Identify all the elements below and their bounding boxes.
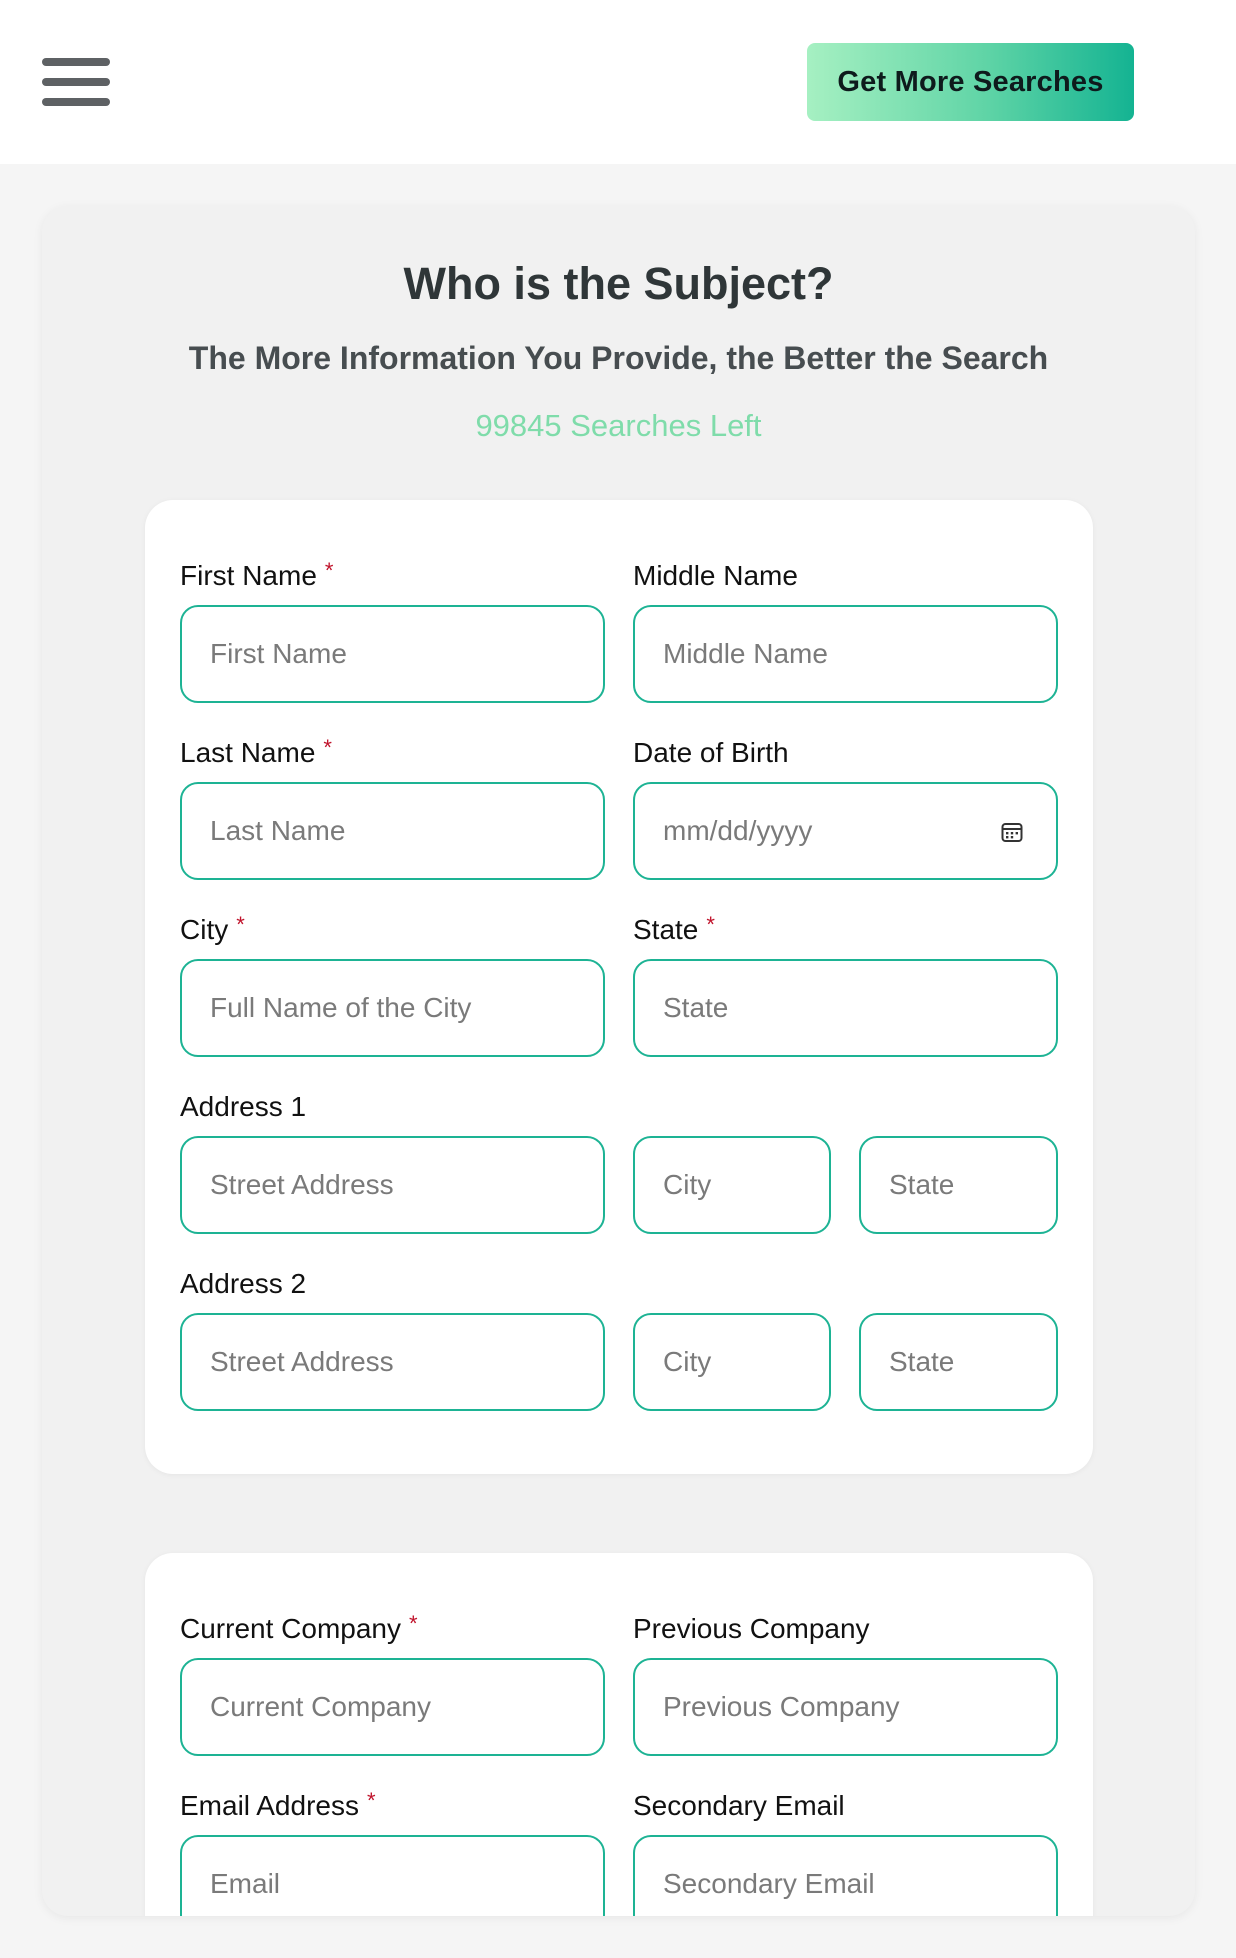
secondary-email-label-text: Secondary Email [633,1790,845,1821]
current-company-label: Current Company * [180,1613,418,1645]
state-label-text: State [633,914,699,945]
secondary-email-label: Secondary Email [633,1790,845,1822]
address-1-label: Address 1 [180,1091,306,1123]
previous-company-field[interactable] [633,1658,1058,1756]
state-input[interactable] [635,961,1056,1055]
last-name-field[interactable] [180,782,605,880]
get-more-searches-button[interactable]: Get More Searches [807,43,1134,121]
address-2-state-input[interactable] [861,1315,1056,1409]
first-name-label-text: First Name [180,560,317,591]
search-form-panel: Who is the Subject? The More Information… [42,206,1195,1916]
address-2-city-field[interactable] [633,1313,831,1411]
required-mark: * [323,735,332,760]
email-input[interactable] [182,1837,603,1916]
required-mark: * [706,912,715,937]
email-field[interactable] [180,1835,605,1916]
first-name-input[interactable] [182,607,603,701]
current-company-field[interactable] [180,1658,605,1756]
email-label: Email Address * [180,1790,376,1822]
date-of-birth-field[interactable] [633,782,1058,880]
address-1-city-field[interactable] [633,1136,831,1234]
middle-name-label-text: Middle Name [633,560,798,591]
state-label: State * [633,914,715,946]
middle-name-field[interactable] [633,605,1058,703]
address-1-street-input[interactable] [182,1138,603,1232]
middle-name-input[interactable] [635,607,1056,701]
address-2-street-input[interactable] [182,1315,603,1409]
city-label: City * [180,914,245,946]
middle-name-label: Middle Name [633,560,798,592]
secondary-email-input[interactable] [635,1837,1056,1916]
address-1-state-field[interactable] [859,1136,1058,1234]
previous-company-input[interactable] [635,1660,1056,1754]
address-1-street-field[interactable] [180,1136,605,1234]
city-field[interactable] [180,959,605,1057]
address-2-city-input[interactable] [635,1315,829,1409]
hamburger-menu-icon[interactable] [42,58,110,106]
required-mark: * [324,558,334,583]
city-input[interactable] [182,961,603,1055]
required-mark: * [408,1611,418,1636]
date-of-birth-label: Date of Birth [633,737,789,769]
state-field[interactable] [633,959,1058,1057]
current-company-label-text: Current Company [180,1613,401,1644]
calendar-icon[interactable] [1000,820,1024,844]
required-mark: * [366,1788,376,1813]
current-company-input[interactable] [182,1660,603,1754]
secondary-email-field[interactable] [633,1835,1058,1916]
address-1-label-text: Address 1 [180,1091,307,1122]
hamburger-line [42,58,110,66]
required-mark: * [236,912,245,937]
last-name-input[interactable] [182,784,603,878]
previous-company-label: Previous Company [633,1613,870,1645]
address-2-state-field[interactable] [859,1313,1058,1411]
address-1-city-input[interactable] [635,1138,829,1232]
first-name-label: First Name * [180,560,333,592]
date-of-birth-input[interactable] [635,784,1056,878]
page-subtitle: The More Information You Provide, the Be… [188,340,1049,376]
address-2-label-text: Address 2 [180,1268,307,1299]
page-title: Who is the Subject? [403,258,834,309]
city-label-text: City [180,914,229,945]
email-label-text: Email Address [180,1790,359,1821]
address-2-street-field[interactable] [180,1313,605,1411]
date-of-birth-label-text: Date of Birth [633,737,789,768]
previous-company-label-text: Previous Company [633,1613,870,1644]
searches-left-counter: 99845 Searches Left [475,408,762,443]
employment-contact-card: Current Company * Previous Company Email… [145,1553,1093,1916]
first-name-field[interactable] [180,605,605,703]
hamburger-line [42,78,110,86]
personal-info-card: First Name * Middle Name Last Name * Dat… [145,500,1093,1474]
last-name-label: Last Name * [180,737,332,769]
hamburger-line [42,98,110,106]
top-bar: Get More Searches [0,0,1236,164]
last-name-label-text: Last Name [180,737,316,768]
address-1-state-input[interactable] [861,1138,1056,1232]
address-2-label: Address 2 [180,1268,306,1300]
